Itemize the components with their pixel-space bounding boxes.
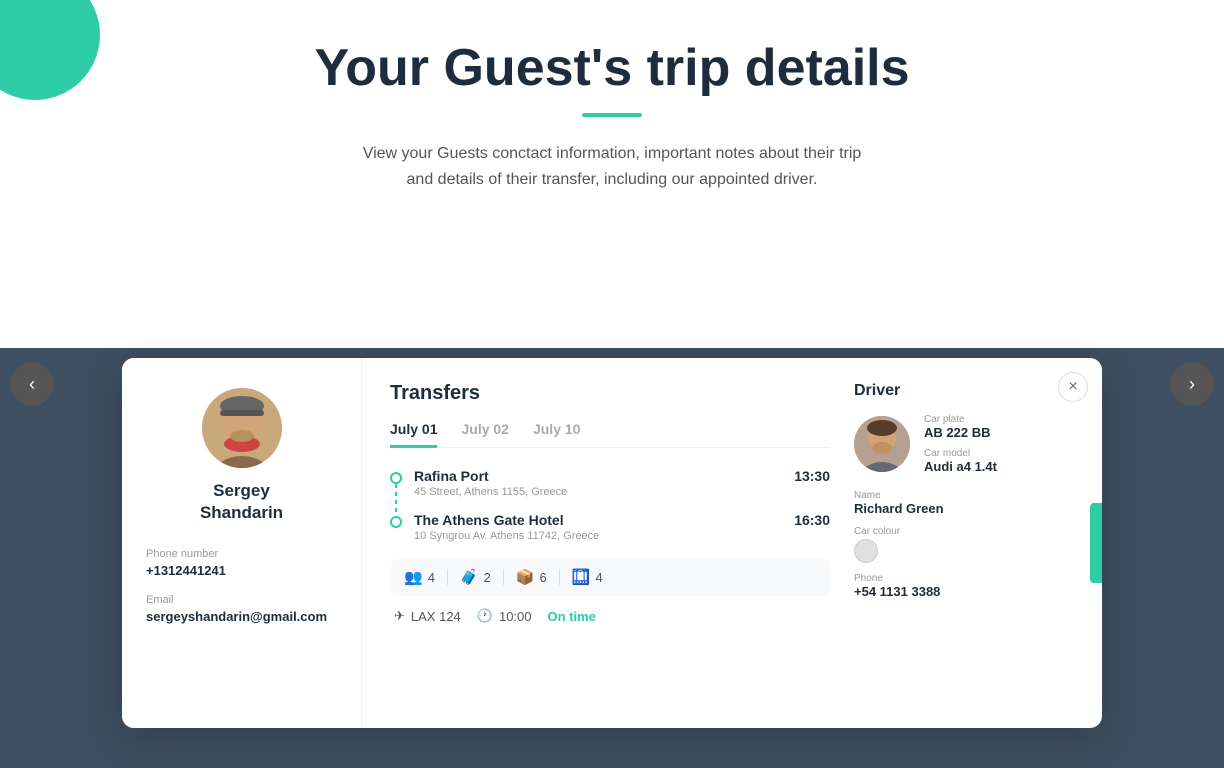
driver-name-value: Richard Green [854,501,1074,516]
phone-value: +1312441241 [146,563,337,578]
route-time-1: 13:30 [794,468,830,484]
flight-number-item: ✈ LAX 124 [394,608,461,624]
driver-phone-value: +54 1131 3388 [854,584,1074,599]
car-colour-label: Car colour [854,526,1074,537]
route-time-2: 16:30 [794,512,830,528]
car-model-label: Car model [924,448,997,459]
stat-bag: 🛄 4 [572,568,603,586]
car-plate-value: AB 222 BB [924,425,997,440]
driver-title: Driver [854,382,1074,400]
route-dot-1 [390,472,402,484]
route-list: Rafina Port 45 Street, Athens 1155, Gree… [390,468,830,542]
guest-avatar [202,388,282,468]
on-time-status: On time [548,609,596,624]
tab-july-10[interactable]: July 10 [533,421,580,448]
title-underline [582,113,642,117]
luggage-icon: 🧳 [460,568,479,586]
driver-specs: Car plate AB 222 BB Car model Audi a4 1.… [924,414,997,474]
prev-arrow-button[interactable]: ‹ [10,362,54,406]
stat-luggage: 🧳 2 [460,568,491,586]
driver-header: Car plate AB 222 BB Car model Audi a4 1.… [854,414,1074,474]
main-card: × Sergey Shandarin Phone [122,358,1102,728]
stat-divider-2 [503,569,504,585]
email-label: Email [146,594,337,606]
people-icon: 👥 [404,568,423,586]
bag-icon: 🛄 [572,568,591,586]
card-main-content: Transfers July 01 July 02 July 10 [362,358,1102,728]
car-model-spec: Car model Audi a4 1.4t [924,448,997,474]
route-item-2: The Athens Gate Hotel 10 Syngrou Av. Ath… [390,512,830,542]
route-info-2: The Athens Gate Hotel 10 Syngrou Av. Ath… [414,512,794,542]
route-name-2: The Athens Gate Hotel [414,512,794,528]
car-model-value: Audi a4 1.4t [924,459,997,474]
clock-icon: 🕐 [477,608,493,624]
next-arrow-button[interactable]: › [1170,362,1214,406]
car-colour-item: Car colour [854,526,1074,563]
subtitle: View your Guests conctact information, i… [312,141,912,192]
guest-sidebar: Sergey Shandarin Phone number +131244124… [122,358,362,728]
route-address-2: 10 Syngrou Av. Athens 11742, Greece [414,530,794,542]
stats-row: 👥 4 🧳 2 📦 6 🛄 4 [390,558,830,596]
close-button[interactable]: × [1058,372,1088,402]
car-colour-swatch [854,539,878,563]
driver-avatar [854,416,910,472]
stat-divider-3 [559,569,560,585]
stat-divider-1 [447,569,448,585]
guest-name: Sergey Shandarin [200,480,283,524]
route-dot-2 [390,516,402,528]
route-name-1: Rafina Port [414,468,794,484]
driver-section: Driver Car plat [854,382,1074,704]
plane-icon: ✈ [394,608,405,624]
route-info-1: Rafina Port 45 Street, Athens 1155, Gree… [414,468,794,498]
flight-time-item: 🕐 10:00 [477,608,532,624]
phone-label: Phone number [146,548,337,560]
car-plate-spec: Car plate AB 222 BB [924,414,997,440]
transfers-section: Transfers July 01 July 02 July 10 [390,382,830,704]
driver-name-label: Name [854,490,1074,501]
box-icon: 📦 [516,568,535,586]
driver-phone-label: Phone [854,573,1074,584]
teal-strip [1090,503,1102,583]
stat-box: 📦 6 [516,568,547,586]
tab-july-01[interactable]: July 01 [390,421,437,448]
header-section: Your Guest's trip details View your Gues… [0,0,1224,212]
car-plate-label: Car plate [924,414,997,425]
driver-details: Name Richard Green Car colour Phone +54 … [854,490,1074,599]
flight-row: ✈ LAX 124 🕐 10:00 On time [390,608,830,624]
route-item-1: Rafina Port 45 Street, Athens 1155, Gree… [390,468,830,498]
stat-people: 👥 4 [404,568,435,586]
email-value: sergeyshandarin@gmail.com [146,609,337,624]
route-address-1: 45 Street, Athens 1155, Greece [414,486,794,498]
guest-email-block: Email sergeyshandarin@gmail.com [146,594,337,624]
transfers-title: Transfers [390,382,830,405]
date-tabs: July 01 July 02 July 10 [390,421,830,448]
guest-phone-block: Phone number +1312441241 [146,548,337,578]
page-title: Your Guest's trip details [0,40,1224,97]
tab-july-02[interactable]: July 02 [461,421,508,448]
driver-name-item: Name Richard Green [854,490,1074,516]
driver-phone-item: Phone +54 1131 3388 [854,573,1074,599]
